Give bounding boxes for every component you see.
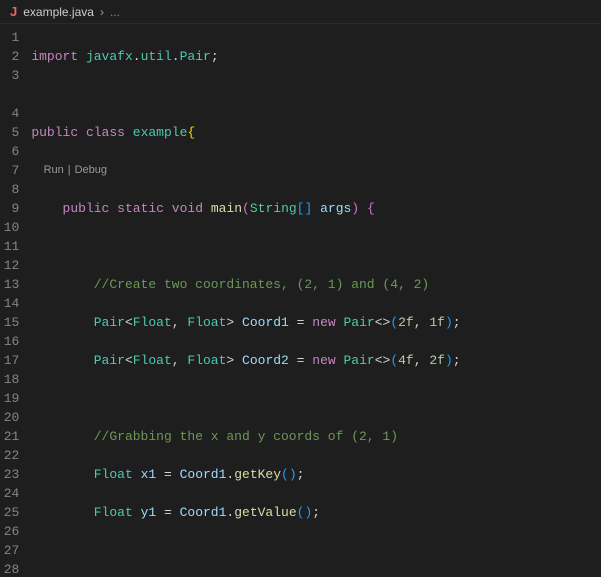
breadcrumb-more[interactable]: ... [110, 5, 120, 19]
editor[interactable]: 1234567891011121314151617181920212223242… [0, 24, 601, 577]
breadcrumb[interactable]: J example.java › ... [0, 0, 601, 24]
line-number-gutter: 1234567891011121314151617181920212223242… [0, 24, 31, 577]
codelens-run[interactable]: Run [44, 164, 64, 176]
file-icon: J [10, 4, 17, 19]
codelens-debug[interactable]: Debug [75, 164, 107, 176]
breadcrumb-file[interactable]: example.java [23, 5, 94, 19]
chevron-right-icon: › [100, 5, 104, 19]
code-area[interactable]: import javafx.util.Pair; public class ex… [31, 24, 601, 577]
codelens-sep: | [68, 164, 71, 176]
